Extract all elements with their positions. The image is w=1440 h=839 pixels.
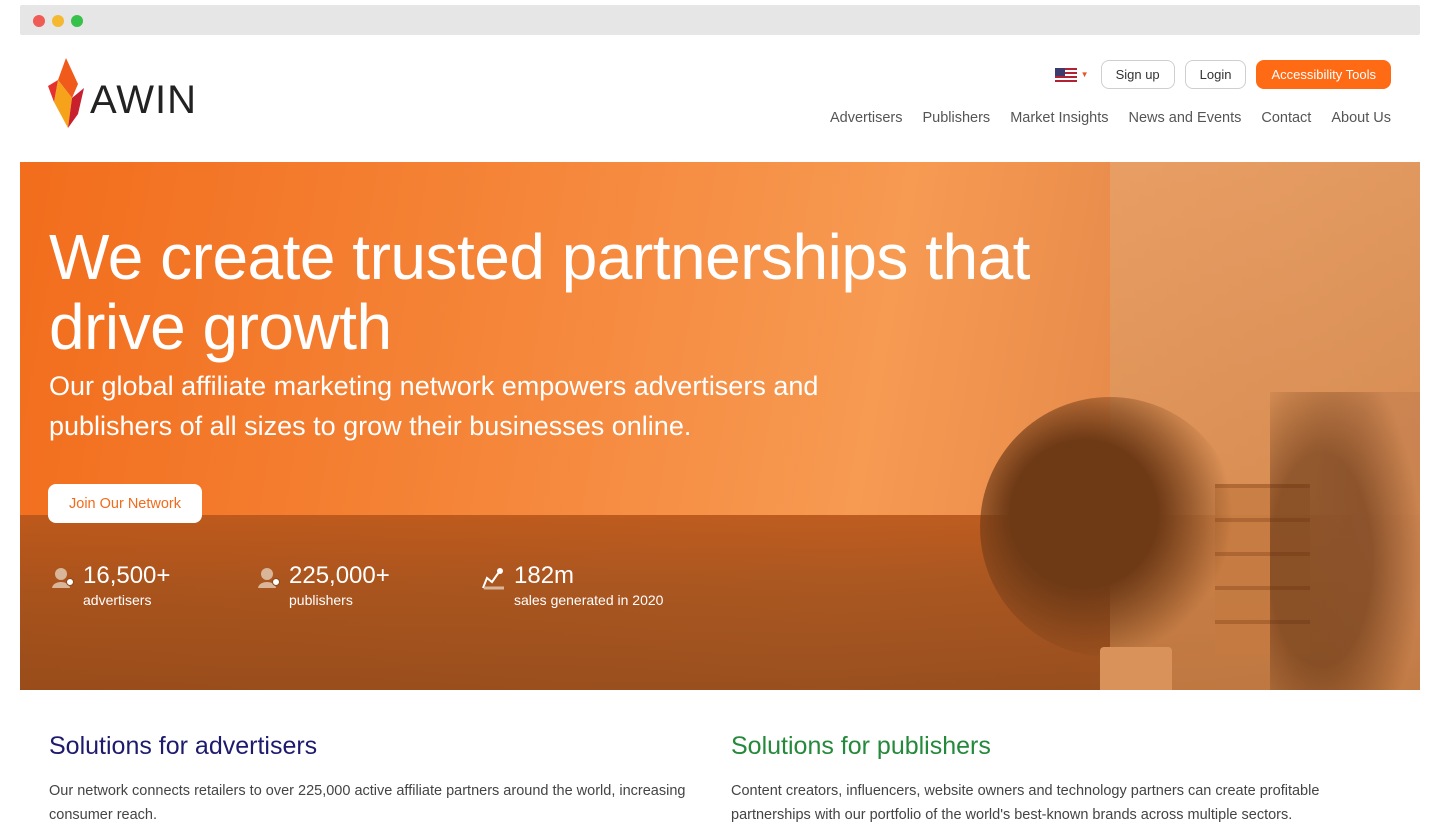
- nav-publishers[interactable]: Publishers: [922, 110, 990, 126]
- hero-title: We create trusted partnerships that driv…: [49, 221, 1030, 363]
- awin-flame-icon: [48, 58, 84, 128]
- advertisers-solutions: Solutions for advertisers Our network co…: [49, 730, 699, 827]
- stat-value: 182m: [514, 562, 575, 589]
- advertisers-solutions-text: Our network connects retailers to over 2…: [49, 783, 686, 823]
- close-window-button[interactable]: [33, 15, 45, 27]
- publishers-solutions-text: Content creators, influencers, website o…: [731, 783, 1320, 823]
- login-button[interactable]: Login: [1184, 60, 1247, 89]
- utility-bar: ▼ Sign up Login Accessibility Tools: [1054, 60, 1391, 89]
- stat-value: 225,000+: [289, 562, 390, 589]
- join-network-button[interactable]: Join Our Network: [48, 484, 203, 523]
- stat-value: 16,500+: [83, 562, 171, 589]
- advertiser-icon: [52, 568, 74, 588]
- logo-wordmark: AWIN: [90, 77, 197, 122]
- hero-plant: [980, 397, 1240, 657]
- hero-banner: We create trusted partnerships that driv…: [20, 162, 1420, 690]
- publishers-solutions-title[interactable]: Solutions for publishers: [731, 730, 1381, 762]
- nav-about-us[interactable]: About Us: [1331, 110, 1391, 126]
- publishers-solutions: Solutions for publishers Content creator…: [731, 730, 1381, 827]
- us-flag-icon: [1054, 67, 1077, 82]
- nav-news-and-events[interactable]: News and Events: [1129, 110, 1242, 126]
- nav-advertisers[interactable]: Advertisers: [830, 110, 903, 126]
- stat-label: publishers: [289, 592, 353, 608]
- hero-plant-pot: [1100, 647, 1172, 690]
- maximize-window-button[interactable]: [71, 15, 83, 27]
- browser-chrome: [20, 5, 1420, 35]
- hero-subtitle: Our global affiliate marketing network e…: [49, 371, 819, 441]
- stat-sales: 182m sales generated in 2020: [480, 562, 663, 610]
- hero-people-photo: [1270, 392, 1420, 690]
- nav-market-insights[interactable]: Market Insights: [1010, 110, 1108, 126]
- stat-label: advertisers: [83, 592, 152, 608]
- sign-up-button[interactable]: Sign up: [1100, 60, 1175, 89]
- stat-label: sales generated in 2020: [514, 592, 664, 608]
- stat-publishers: 225,000+ publishers: [255, 562, 390, 610]
- awin-logo[interactable]: AWIN: [48, 58, 197, 130]
- minimize-window-button[interactable]: [52, 15, 64, 27]
- language-selector[interactable]: ▼: [1054, 67, 1089, 82]
- sales-chart-icon: [482, 568, 504, 590]
- advertisers-solutions-title[interactable]: Solutions for advertisers: [49, 730, 699, 762]
- main-nav: Advertisers Publishers Market Insights N…: [830, 110, 1391, 126]
- nav-contact[interactable]: Contact: [1261, 110, 1311, 126]
- caret-down-icon: ▼: [1080, 70, 1089, 79]
- stat-advertisers: 16,500+ advertisers: [49, 562, 170, 610]
- accessibility-tools-button[interactable]: Accessibility Tools: [1256, 60, 1391, 89]
- publisher-icon: [258, 568, 280, 588]
